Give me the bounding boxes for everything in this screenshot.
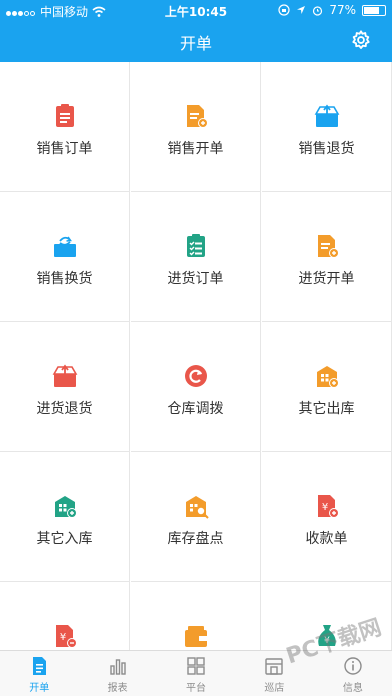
lock-rotation-icon bbox=[278, 4, 290, 16]
header: 中国移动 上午10:45 77% 开单 bbox=[0, 0, 392, 62]
location-icon bbox=[297, 6, 306, 14]
tab-grid[interactable]: 平台 bbox=[157, 651, 235, 696]
wallet-icon bbox=[182, 622, 210, 650]
grid-item-label: 仓库调拨 bbox=[167, 401, 224, 417]
tab-label: 开单 bbox=[29, 683, 50, 694]
grid-item-label: 进货退货 bbox=[36, 401, 93, 417]
tab-label: 报表 bbox=[107, 683, 128, 694]
grid-item-label: 销售退货 bbox=[298, 141, 355, 157]
yuan-doc-plus-icon: ¥ bbox=[313, 492, 341, 520]
tab-label: 信息 bbox=[342, 683, 363, 694]
battery-percent: 77% bbox=[329, 3, 356, 17]
tab-label: 平台 bbox=[186, 683, 207, 694]
clipboard-icon bbox=[51, 102, 79, 130]
grid-item-label: 其它出库 bbox=[298, 401, 355, 417]
doc-plus-icon bbox=[313, 232, 341, 260]
grid-item[interactable]: 其它出库 bbox=[262, 322, 392, 452]
grid-item[interactable]: 进货订单 bbox=[131, 192, 261, 322]
grid-item-label: 进货订单 bbox=[167, 271, 224, 287]
tray-exchange-icon bbox=[51, 232, 79, 260]
refresh-icon bbox=[182, 362, 210, 390]
function-grid: 销售订单 销售开单 销售退货销售换货 进货订单 进货开单进货退货 仓库调拨 其它出库其它入库… bbox=[0, 62, 392, 650]
tray-return-icon bbox=[51, 362, 79, 390]
grid-item[interactable]: 销售订单 bbox=[0, 62, 130, 192]
warehouse-in-icon bbox=[51, 492, 79, 520]
grid-item-label: 其它入库 bbox=[36, 531, 93, 547]
bar-chart-icon bbox=[107, 655, 129, 677]
info-icon bbox=[342, 655, 364, 677]
store-icon bbox=[263, 655, 285, 677]
alarm-icon bbox=[313, 5, 323, 16]
grid-item[interactable]: 销售开单 bbox=[131, 62, 261, 192]
grid-item-label: 销售订单 bbox=[36, 141, 93, 157]
svg-text:¥: ¥ bbox=[59, 632, 65, 643]
grid-item[interactable]: 进货开单 bbox=[262, 192, 392, 322]
tab-document[interactable]: 开单 bbox=[0, 651, 78, 696]
grid-item-label: 库存盘点 bbox=[167, 531, 224, 547]
grid-item[interactable] bbox=[131, 582, 261, 650]
status-bar: 中国移动 上午10:45 77% bbox=[0, 0, 392, 20]
document-icon bbox=[28, 655, 50, 677]
grid-item[interactable]: 其它入库 bbox=[0, 452, 130, 582]
gear-icon[interactable] bbox=[350, 29, 372, 51]
svg-text:¥: ¥ bbox=[321, 502, 327, 513]
grid-item[interactable]: ¥ 收款单 bbox=[262, 452, 392, 582]
grid-item[interactable]: 库存盘点 bbox=[131, 452, 261, 582]
doc-plus-icon bbox=[182, 102, 210, 130]
warehouse-out-icon bbox=[313, 362, 341, 390]
grid-item-label: 进货开单 bbox=[298, 271, 355, 287]
battery-icon bbox=[362, 4, 386, 16]
yuan-doc-minus-icon: ¥ bbox=[51, 622, 79, 650]
page-title: 开单 bbox=[179, 34, 212, 53]
tray-return-icon bbox=[313, 102, 341, 130]
tab-bar-chart[interactable]: 报表 bbox=[78, 651, 156, 696]
grid-item-label: 收款单 bbox=[305, 531, 348, 547]
grid-item[interactable]: 进货退货 bbox=[0, 322, 130, 452]
grid-item[interactable]: 仓库调拨 bbox=[131, 322, 261, 452]
grid-item[interactable]: ¥ bbox=[0, 582, 130, 650]
warehouse-search-icon bbox=[182, 492, 210, 520]
checklist-icon bbox=[182, 232, 210, 260]
grid-item-label: 销售换货 bbox=[36, 271, 93, 287]
grid-item[interactable]: 销售换货 bbox=[0, 192, 130, 322]
grid-icon bbox=[185, 655, 207, 677]
grid-item[interactable]: 销售退货 bbox=[262, 62, 392, 192]
tab-bar: 开单 报表 平台 巡店 信息 bbox=[0, 650, 392, 696]
grid-item-label: 销售开单 bbox=[167, 141, 224, 157]
tab-label: 巡店 bbox=[264, 683, 285, 694]
